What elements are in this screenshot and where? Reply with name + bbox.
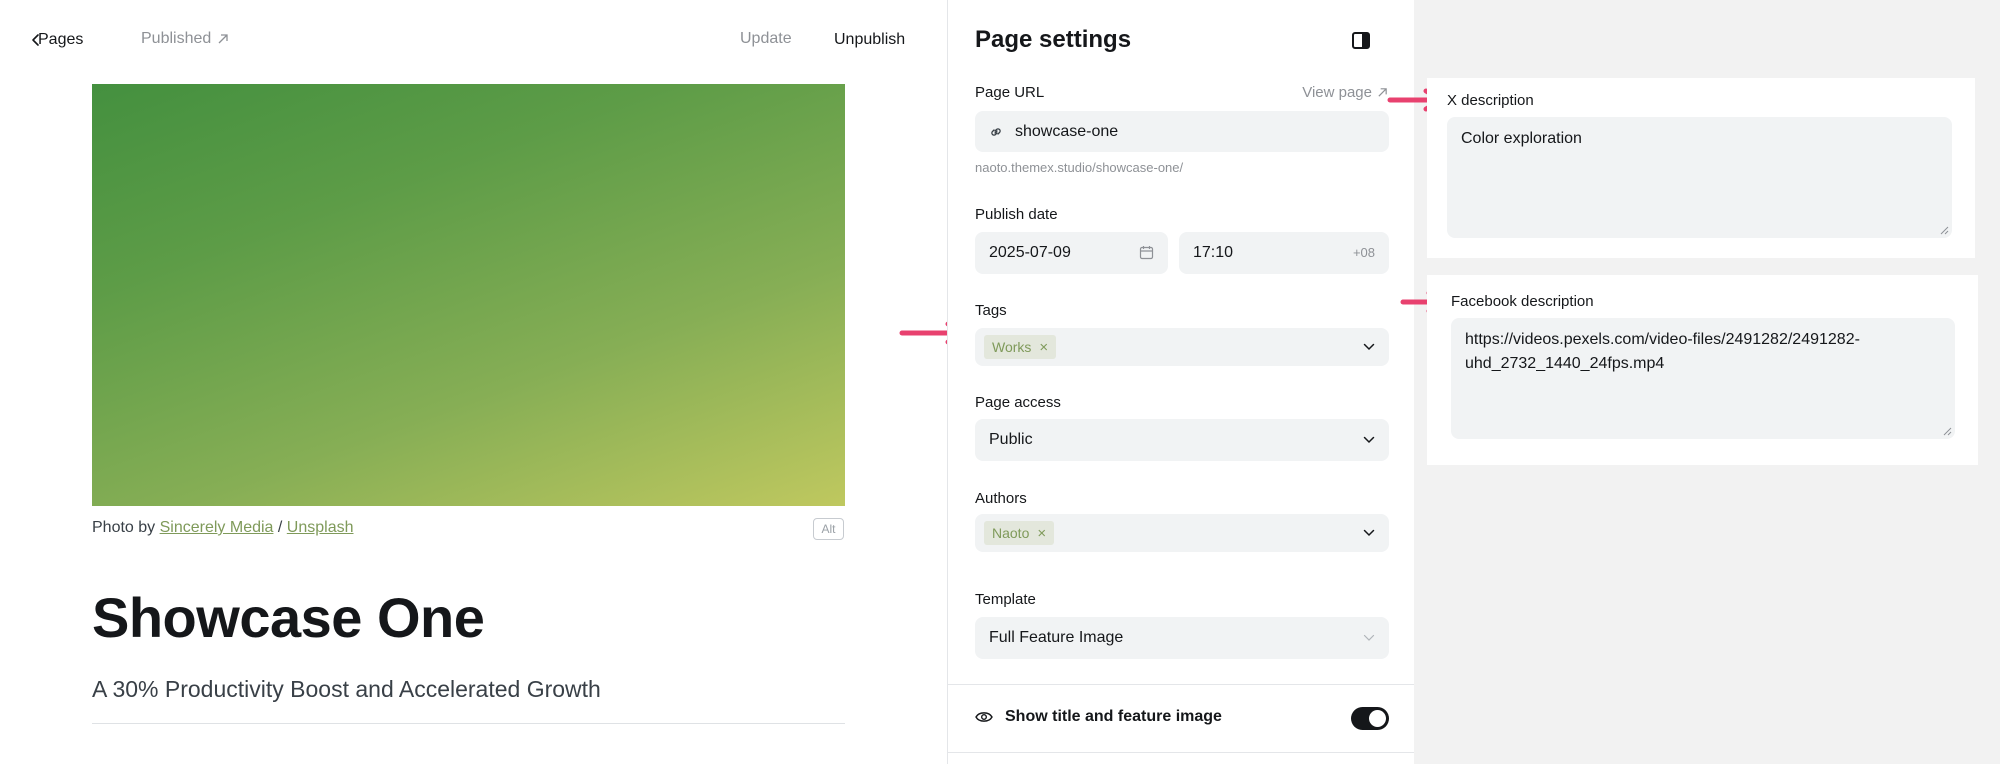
chevron-down-icon[interactable]: [1363, 529, 1375, 537]
resize-handle-icon[interactable]: [1940, 226, 1949, 235]
panel-divider: [948, 752, 1414, 753]
alt-text-button[interactable]: Alt: [813, 518, 844, 540]
page-url-hint: naoto.themex.studio/showcase-one/: [975, 160, 1184, 175]
x-description-card: X description Color exploration: [1427, 78, 1975, 258]
remove-author-icon[interactable]: ×: [1037, 525, 1046, 542]
chevron-down-icon: [1363, 634, 1375, 641]
tags-input[interactable]: Works ×: [975, 328, 1389, 366]
view-page-link[interactable]: View page: [1302, 84, 1388, 101]
tag-token: Works ×: [984, 335, 1057, 359]
authors-input[interactable]: Naoto ×: [975, 514, 1389, 552]
x-description-textarea[interactable]: Color exploration: [1447, 117, 1952, 238]
template-value: Full Feature Image: [989, 629, 1124, 646]
feature-image-caption[interactable]: Photo by Sincerely Media / Unsplash: [92, 519, 354, 537]
calendar-icon[interactable]: [1139, 245, 1154, 260]
show-title-toggle[interactable]: [1351, 707, 1389, 730]
unpublish-button[interactable]: Unpublish: [834, 31, 905, 49]
authors-label: Authors: [975, 490, 1027, 507]
publish-time-value: 17:10: [1193, 244, 1234, 261]
tags-label: Tags: [975, 302, 1007, 319]
publish-date-label: Publish date: [975, 206, 1058, 223]
caption-prefix: Photo by: [92, 519, 156, 536]
feature-image[interactable]: [92, 84, 845, 506]
x-description-value: Color exploration: [1461, 130, 1582, 147]
timezone-label: +08: [1352, 245, 1375, 260]
caption-author-link[interactable]: Sincerely Media: [160, 519, 274, 536]
caption-separator: /: [277, 519, 283, 536]
facebook-description-value: https://videos.pexels.com/video-files/24…: [1465, 331, 1860, 372]
x-description-label: X description: [1447, 92, 1534, 109]
page-access-value: Public: [989, 431, 1033, 448]
tag-token-label: Works: [992, 339, 1032, 355]
published-status-link[interactable]: Published: [141, 30, 229, 48]
facebook-description-textarea[interactable]: https://videos.pexels.com/video-files/24…: [1451, 318, 1955, 439]
page-url-label: Page URL: [975, 84, 1045, 101]
panel-divider: [948, 684, 1414, 685]
template-select[interactable]: Full Feature Image: [975, 617, 1389, 659]
publish-date-input[interactable]: 2025-07-09: [975, 232, 1168, 274]
chevron-down-icon: [1363, 436, 1375, 444]
author-token: Naoto ×: [984, 521, 1055, 545]
excerpt-divider: [92, 723, 845, 724]
remove-tag-icon[interactable]: ×: [1039, 339, 1048, 356]
facebook-description-label: Facebook description: [1451, 293, 1594, 310]
back-link-label: Pages: [38, 31, 84, 48]
page-excerpt[interactable]: A 30% Productivity Boost and Accelerated…: [92, 676, 601, 703]
published-status-label: Published: [141, 30, 212, 47]
facebook-description-card: Facebook description https://videos.pexe…: [1427, 275, 1978, 465]
template-label: Template: [975, 591, 1036, 608]
post-editor: Pages Published Update Unpublish Photo b…: [0, 0, 967, 764]
caption-source-link[interactable]: Unsplash: [287, 519, 354, 536]
page-settings-panel: Page settings Page URL View page showcas…: [947, 0, 1414, 764]
page-access-select[interactable]: Public: [975, 419, 1389, 461]
show-title-label: Show title and feature image: [1005, 708, 1222, 725]
editor-topbar: Pages Published Update Unpublish: [0, 0, 947, 80]
page-url-value: showcase-one: [1015, 122, 1119, 140]
page-access-label: Page access: [975, 394, 1061, 411]
external-link-icon: [218, 34, 228, 44]
publish-time-input[interactable]: 17:10 +08: [1179, 232, 1389, 274]
back-to-pages-link[interactable]: Pages: [26, 28, 83, 52]
eye-icon: [975, 712, 993, 722]
sidebar-toggle-icon[interactable]: [1352, 32, 1370, 49]
page-url-input[interactable]: showcase-one: [975, 111, 1389, 152]
link-icon: [991, 127, 1001, 136]
show-title-row: Show title and feature image: [975, 708, 1222, 726]
update-button[interactable]: Update: [740, 30, 792, 48]
panel-title: Page settings: [975, 26, 1132, 53]
resize-handle-icon[interactable]: [1943, 427, 1952, 436]
chevron-down-icon[interactable]: [1363, 343, 1375, 351]
publish-date-value: 2025-07-09: [989, 244, 1071, 261]
page-title[interactable]: Showcase One: [92, 585, 485, 650]
view-page-label: View page: [1302, 84, 1372, 101]
author-token-label: Naoto: [992, 525, 1030, 541]
